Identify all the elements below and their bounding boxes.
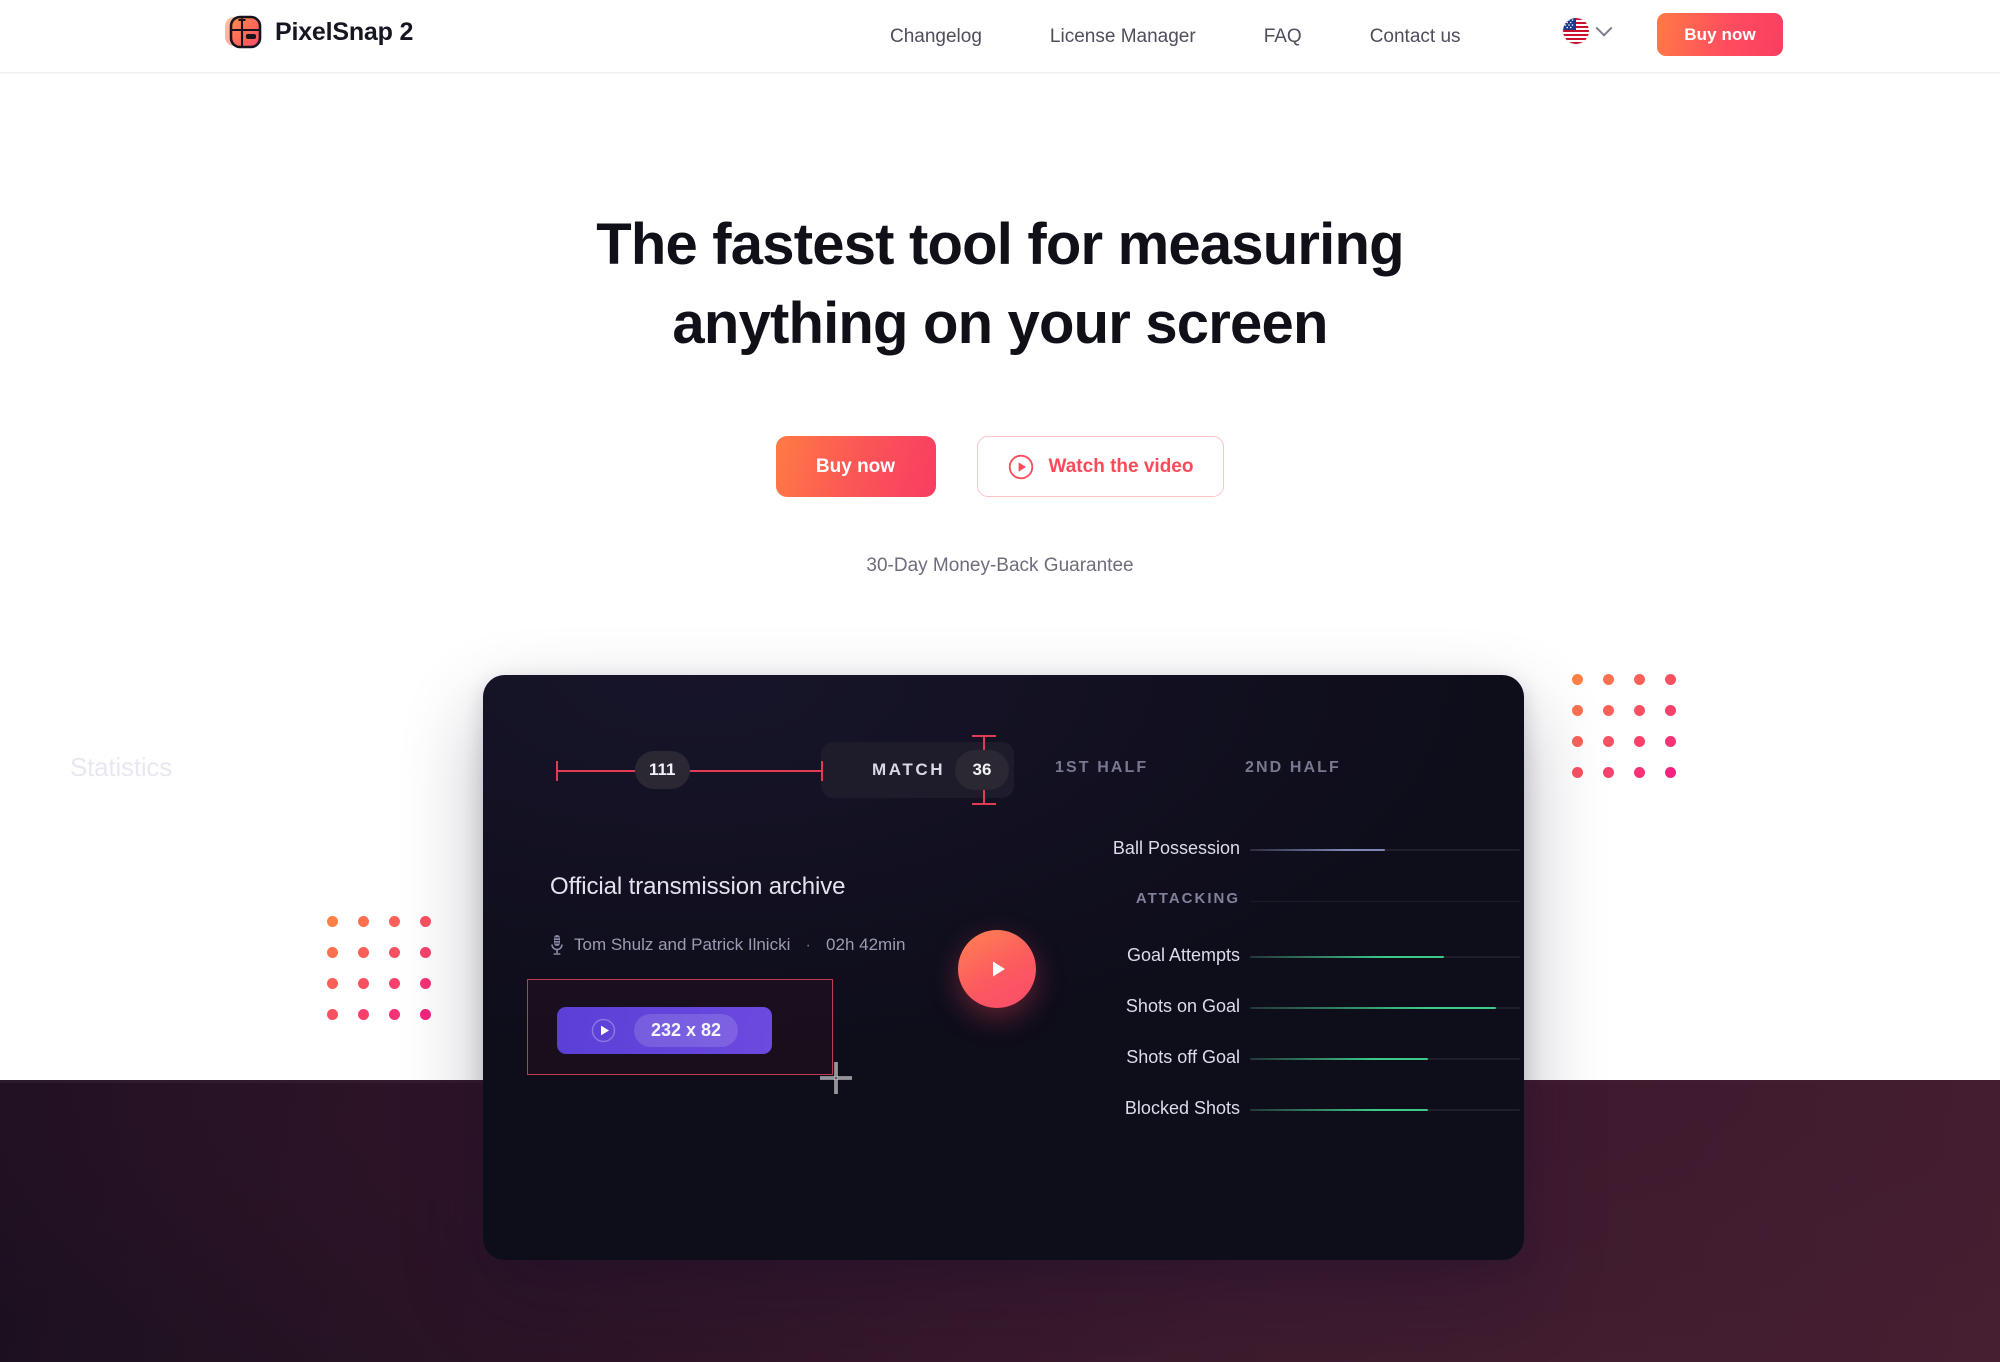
stat-label: Shots off Goal — [1126, 1047, 1240, 1067]
page-title-line-2: anything on your screen — [672, 291, 1328, 356]
microphone-icon — [550, 934, 564, 956]
decorative-dot — [1634, 767, 1645, 778]
dimension-badge: 232 x 82 — [633, 1014, 739, 1047]
horizontal-measurement-line — [556, 761, 823, 781]
tab-1st-half[interactable]: 1ST HALF — [1055, 759, 1148, 777]
stat-fill — [1250, 1109, 1429, 1111]
decorative-dot — [1665, 705, 1676, 716]
decorative-dot — [1665, 736, 1676, 747]
buy-now-button-nav[interactable]: Buy now — [1657, 13, 1783, 56]
decorative-dot — [1603, 736, 1614, 747]
decorative-dot — [1572, 705, 1583, 716]
nav-link-changelog[interactable]: Changelog — [890, 20, 982, 54]
stat-track — [1250, 849, 1520, 851]
decorative-dot — [1572, 674, 1583, 685]
decorative-dot — [420, 916, 431, 927]
crosshair-cursor-icon — [818, 1060, 854, 1096]
stat-label: Shots on Goal — [1125, 996, 1240, 1016]
vertical-measurement-badge: 36 — [955, 750, 1009, 790]
tab-2nd-half[interactable]: 2ND HALF — [1245, 759, 1341, 777]
stat-fill — [1250, 849, 1385, 851]
stat-track — [1250, 1058, 1520, 1060]
decorative-dot — [389, 978, 400, 989]
stat-label: Goal Attempts — [1126, 945, 1240, 965]
decorative-dot — [327, 947, 338, 958]
stat-label: Blocked Shots — [1124, 1098, 1240, 1118]
decorative-dot — [420, 1009, 431, 1020]
money-back-guarantee-text: 30-Day Money-Back Guarantee — [866, 555, 1134, 576]
brand[interactable]: PixelSnap 2 — [224, 13, 413, 51]
decorative-dot — [327, 916, 338, 927]
decorative-dot — [1634, 736, 1645, 747]
decorative-dot — [358, 916, 369, 927]
stat-fill — [1250, 956, 1445, 958]
nav-link-faq[interactable]: FAQ — [1264, 20, 1302, 54]
decorative-dot — [1603, 767, 1614, 778]
us-flag-icon — [1563, 18, 1589, 44]
decorative-dot — [420, 947, 431, 958]
play-circle-icon — [1008, 454, 1034, 480]
decorative-dot — [358, 978, 369, 989]
navbar: PixelSnap 2 Changelog License Manager FA… — [0, 0, 2000, 73]
archive-duration: 02h 42min — [826, 935, 906, 954]
decorative-dot — [327, 1009, 338, 1020]
horizontal-measurement-badge: 111 — [635, 751, 690, 789]
match-tab-label: MATCH — [872, 760, 946, 779]
landing-page: PixelSnap 2 Changelog License Manager FA… — [0, 0, 2000, 1362]
decorative-dot — [358, 1009, 369, 1020]
pixelsnap-app-icon — [224, 13, 262, 51]
decorative-dot — [1572, 736, 1583, 747]
buy-now-button-hero[interactable]: Buy now — [775, 436, 936, 497]
measurement-cap-top — [972, 735, 996, 737]
stat-fill — [1250, 1058, 1429, 1060]
chevron-down-icon — [1595, 19, 1613, 37]
stat-track — [1250, 1109, 1520, 1111]
measurement-cap-bottom — [972, 803, 996, 805]
nav-link-contact-us[interactable]: Contact us — [1370, 20, 1461, 54]
decorative-dot — [1603, 705, 1614, 716]
measurement-cap-left — [556, 761, 558, 781]
decorative-dot — [389, 1009, 400, 1020]
decorative-dot — [389, 916, 400, 927]
brand-name: PixelSnap 2 — [275, 17, 414, 46]
decorative-dot — [1665, 674, 1676, 685]
decorative-dot — [1603, 674, 1614, 685]
watch-video-button[interactable]: Watch the video — [976, 436, 1225, 497]
cta-row: Buy now Watch the video — [0, 436, 2000, 497]
measurement-cap-right — [821, 761, 823, 781]
page-title: The fastest tool for measuring anything … — [0, 205, 2000, 363]
decorative-dot-grid-right — [1572, 674, 1676, 778]
decorative-dot — [358, 947, 369, 958]
stat-fill — [1250, 1007, 1496, 1009]
archive-meta: Tom Shulz and Patrick Ilnicki · 02h 42mi… — [550, 934, 905, 956]
stat-section-divider — [1250, 901, 1520, 902]
play-button-icon[interactable] — [958, 930, 1036, 1008]
archive-title: Official transmission archive — [550, 873, 846, 900]
decorative-dot — [1572, 767, 1583, 778]
page-title-line-1: The fastest tool for measuring — [596, 212, 1404, 277]
archive-authors: Tom Shulz and Patrick Ilnicki — [574, 935, 791, 954]
stat-track — [1250, 956, 1520, 958]
decorative-dot — [1634, 705, 1645, 716]
nav-link-license-manager[interactable]: License Manager — [1050, 20, 1196, 54]
stat-section-label: ATTACKING — [1135, 890, 1240, 907]
app-screen-title: Statistics — [70, 752, 173, 782]
stat-track — [1250, 1007, 1520, 1009]
nav-links: Changelog License Manager FAQ Contact us — [890, 0, 1461, 73]
archive-meta-separator: · — [805, 935, 812, 954]
decorative-dot — [1665, 767, 1676, 778]
stat-label: Ball Possession — [1112, 838, 1240, 858]
language-selector[interactable] — [1563, 18, 1613, 44]
decorative-dot — [327, 978, 338, 989]
play-icon — [591, 1018, 616, 1043]
decorative-dot — [420, 978, 431, 989]
decorative-dot — [1634, 674, 1645, 685]
decorative-dot — [389, 947, 400, 958]
watch-video-label: Watch the video — [1048, 455, 1194, 477]
measured-purple-button[interactable]: 232 x 82 — [557, 1007, 772, 1054]
decorative-dot-grid-left — [327, 916, 431, 1020]
